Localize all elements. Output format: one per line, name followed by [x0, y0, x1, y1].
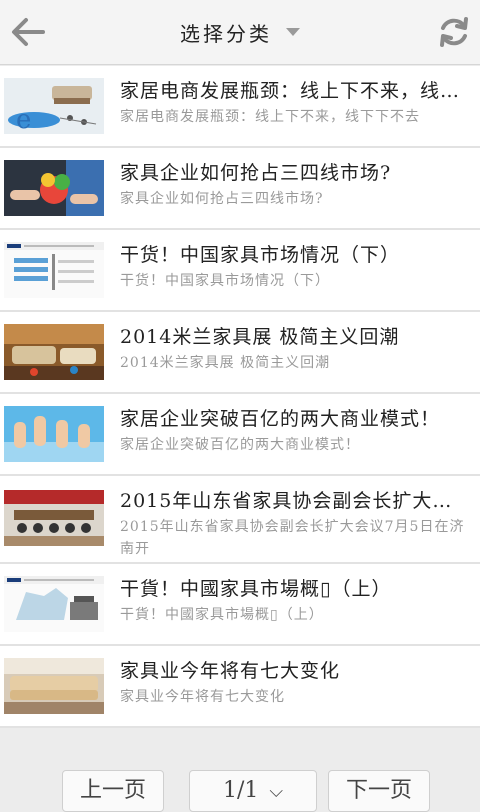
list-item[interactable]: 2015年山东省家具协会副会长扩大会议7月5日在济南开 2015年山东省家具协会… — [0, 476, 480, 564]
refresh-button[interactable] — [432, 10, 476, 54]
article-summary: 干货！中国家具市场情况（下） — [120, 273, 330, 289]
article-thumbnail — [4, 324, 104, 380]
article-summary: 家具企业如何抢占三四线市场? — [120, 191, 324, 207]
article-title: 家具企业如何抢占三四线市场? — [120, 162, 392, 184]
list-item[interactable]: 家具企业如何抢占三四线市场? 家具企业如何抢占三四线市场? — [0, 148, 480, 230]
article-title: 2014米兰家具展 极简主义回潮 — [120, 326, 400, 348]
page-indicator: 1/1 — [222, 778, 259, 803]
caret-down-icon — [286, 28, 300, 36]
list-item[interactable]: 干货！中国家具市场情况（下） 干货！中国家具市场情况（下） — [0, 230, 480, 312]
article-thumbnail — [4, 406, 104, 462]
article-summary: 家居企业突破百亿的两大商业模式！ — [120, 437, 360, 453]
pagination: 上一页 1/1 ⌵ 下一页 — [0, 768, 480, 812]
article-thumbnail — [4, 576, 104, 632]
article-summary: 2014米兰家具展 极简主义回潮 — [120, 355, 331, 371]
article-title: 干货！中国家具市场情况（下） — [120, 244, 401, 266]
article-thumbnail: e — [4, 78, 104, 134]
article-title: 家居电商发展瓶颈：线上下不来，线下下不去 — [120, 80, 470, 102]
article-list: e 家居电商发展瓶颈：线上下不来，线下下不去 家居电商发展瓶颈：线上下不来，线下… — [0, 66, 480, 728]
article-title: 家具业今年将有七大变化 — [120, 660, 341, 682]
refresh-icon — [440, 17, 468, 47]
article-thumbnail — [4, 490, 104, 546]
article-title: 家居企业突破百亿的两大商业模式！ — [120, 408, 441, 430]
article-summary: 家居电商发展瓶颈：线上下不来，线下下不去 — [120, 109, 420, 125]
article-summary: 干貨！中國家具市場概▯（上） — [120, 607, 324, 623]
article-thumbnail — [4, 242, 104, 298]
chevron-down-icon: ⌵ — [269, 781, 284, 802]
article-thumbnail — [4, 658, 104, 714]
article-summary: 2015年山东省家具协会副会长扩大会议7月5日在济南开 — [120, 519, 465, 557]
category-selector[interactable]: 选择分类 — [0, 0, 480, 64]
article-thumbnail — [4, 160, 104, 216]
list-item[interactable]: e 家居电商发展瓶颈：线上下不来，线下下不去 家居电商发展瓶颈：线上下不来，线下… — [0, 66, 480, 148]
article-title: 2015年山东省家具协会副会长扩大会议7月5日在济南开 — [120, 490, 470, 512]
top-bar: 选择分类 — [0, 0, 480, 65]
list-item[interactable]: 家具业今年将有七大变化 家具业今年将有七大变化 — [0, 646, 480, 728]
article-summary: 家具业今年将有七大变化 — [120, 689, 285, 705]
article-title: 干貨！中國家具市場概▯（上） — [120, 578, 392, 600]
svg-text:e: e — [16, 105, 31, 134]
next-page-button[interactable]: 下一页 — [328, 770, 430, 812]
list-item[interactable]: 家居企业突破百亿的两大商业模式！ 家居企业突破百亿的两大商业模式！ — [0, 394, 480, 476]
list-item[interactable]: 2014米兰家具展 极简主义回潮 2014米兰家具展 极简主义回潮 — [0, 312, 480, 394]
page-selector[interactable]: 1/1 ⌵ — [189, 770, 317, 812]
page-title: 选择分类 — [180, 21, 272, 46]
prev-page-button[interactable]: 上一页 — [62, 770, 164, 812]
list-item[interactable]: 干貨！中國家具市場概▯（上） 干貨！中國家具市場概▯（上） — [0, 564, 480, 646]
